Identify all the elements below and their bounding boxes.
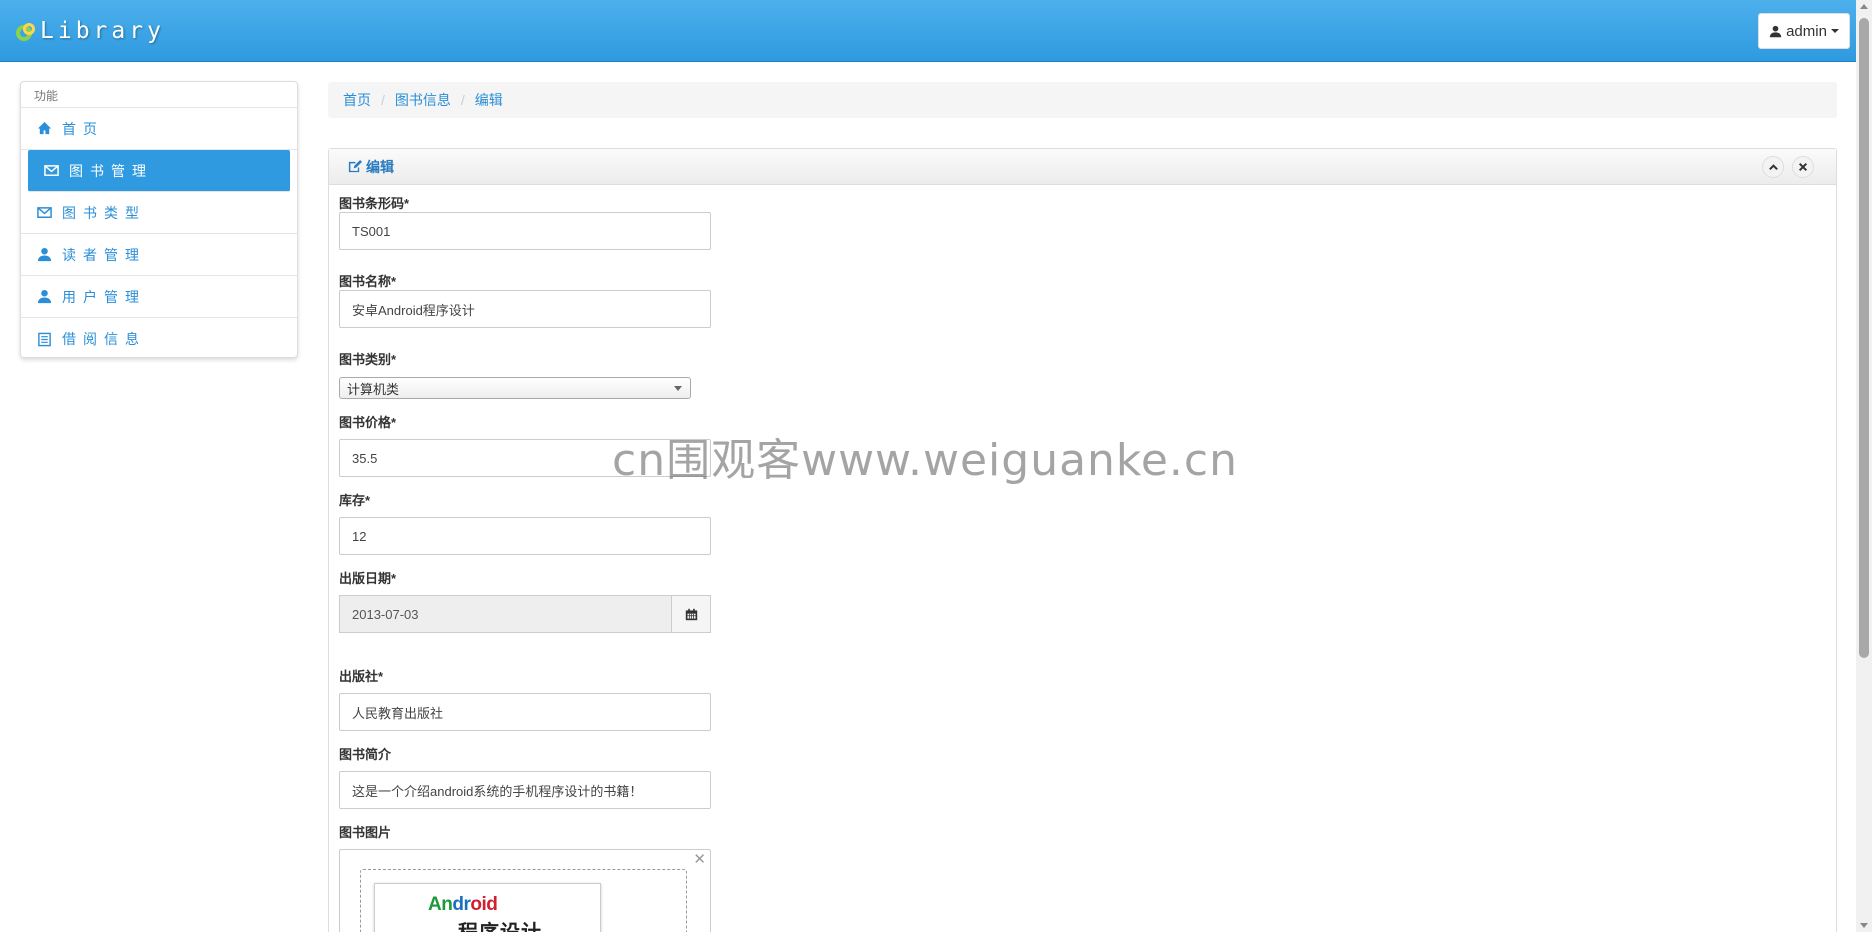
panel-header: 编辑 — [329, 149, 1836, 185]
envelope-icon — [37, 207, 52, 218]
breadcrumb-separator: / — [460, 92, 465, 108]
intro-input[interactable]: 这是一个介绍android系统的手机程序设计的书籍！ — [339, 771, 711, 809]
panel-tools — [1762, 156, 1814, 178]
sidebar-header: 功能 — [21, 82, 297, 108]
sidebar-item-label: 图书类型 — [62, 204, 146, 221]
sidebar-item-label: 首页 — [62, 120, 104, 137]
breadcrumb-book-info[interactable]: 图书信息 — [395, 90, 451, 110]
sidebar-item-borrow-info[interactable]: 借阅信息 — [21, 318, 297, 360]
sidebar-item-home[interactable]: 首页 — [21, 108, 297, 150]
collapse-button[interactable] — [1762, 156, 1784, 178]
cover-subtitle: 程序设计 — [458, 916, 542, 932]
sidebar-item-label: 借阅信息 — [62, 331, 146, 347]
close-icon — [1798, 162, 1808, 172]
dropdown-arrow-icon — [674, 386, 682, 391]
user-name: admin — [1786, 22, 1827, 40]
home-icon — [37, 121, 52, 135]
price-label: 图书价格* — [339, 415, 397, 430]
sidebar-item-users[interactable]: 用户管理 — [21, 276, 297, 318]
category-label: 图书类别* — [339, 352, 397, 367]
chevron-up-icon — [1768, 163, 1778, 170]
breadcrumb-edit[interactable]: 编辑 — [475, 90, 503, 110]
image-label: 图书图片 — [339, 825, 392, 840]
stock-input[interactable]: 12 — [339, 517, 711, 555]
user-icon — [37, 289, 52, 304]
name-label: 图书名称* — [339, 274, 397, 289]
publish-date-label: 出版日期* — [339, 571, 397, 586]
publish-date-input[interactable]: 2013-07-03 — [339, 595, 671, 633]
category-selected-value: 计算机类 — [347, 381, 400, 397]
brand-text: Library — [40, 18, 165, 44]
breadcrumb-home[interactable]: 首页 — [343, 90, 371, 110]
sidebar-item-label: 读者管理 — [62, 246, 146, 263]
brand[interactable]: Library — [14, 14, 165, 48]
sidebar: 功能 首页 图书管理 图书类型 读者管理 用户管理 借阅信息 — [20, 81, 298, 358]
envelope-icon — [44, 165, 59, 176]
category-select[interactable]: 计算机类 — [339, 377, 691, 399]
price-input[interactable]: 35.5 — [339, 439, 711, 477]
breadcrumb-separator: / — [381, 92, 385, 108]
upload-dropzone[interactable]: Android 程序设计 — [360, 869, 687, 932]
book-cover-image: Android 程序设计 — [424, 890, 554, 932]
barcode-input[interactable]: TS001 — [339, 212, 711, 250]
scrollbar-thumb[interactable] — [1859, 18, 1869, 658]
list-icon — [38, 332, 51, 346]
page-scrollbar[interactable] — [1856, 0, 1872, 932]
breadcrumb: 首页 / 图书信息 / 编辑 — [328, 82, 1837, 118]
sidebar-item-book-types[interactable]: 图书类型 — [21, 192, 297, 234]
image-upload[interactable]: ✕ Android 程序设计 — [339, 849, 711, 932]
calendar-button[interactable] — [671, 595, 711, 633]
user-menu-button[interactable]: admin — [1758, 13, 1850, 49]
publish-date-group: 2013-07-03 — [339, 595, 711, 633]
publisher-label: 出版社* — [339, 669, 384, 684]
sidebar-item-label: 用户管理 — [62, 288, 146, 305]
sidebar-item-label: 图书管理 — [69, 162, 153, 179]
library-logo-icon — [14, 19, 38, 43]
user-icon — [1769, 25, 1782, 37]
stock-label: 库存* — [339, 493, 371, 508]
caret-down-icon — [1830, 29, 1839, 33]
name-input[interactable]: 安卓Android程序设计 — [339, 290, 711, 328]
edit-icon — [348, 159, 362, 173]
calendar-icon — [685, 608, 697, 620]
intro-label: 图书简介 — [339, 747, 392, 762]
publisher-input[interactable]: 人民教育出版社 — [339, 693, 711, 731]
edit-panel: 编辑 图书条形码* TS001 图书名称* 安卓Android程序设计 图书类别… — [328, 148, 1837, 932]
scroll-down-icon[interactable] — [1860, 923, 1868, 928]
cover-title-text: Android — [428, 894, 498, 915]
barcode-label: 图书条形码* — [339, 196, 410, 211]
panel-title: 编辑 — [366, 158, 394, 175]
top-navbar: Library admin — [0, 0, 1856, 62]
scroll-up-icon[interactable] — [1860, 4, 1868, 9]
image-preview: Android 程序设计 — [374, 883, 601, 932]
sidebar-item-book-management[interactable]: 图书管理 — [28, 150, 290, 192]
user-icon — [37, 247, 52, 262]
cover-title: Android — [428, 894, 498, 916]
sidebar-item-readers[interactable]: 读者管理 — [21, 234, 297, 276]
close-panel-button[interactable] — [1792, 156, 1814, 178]
remove-image-icon[interactable]: ✕ — [693, 850, 706, 868]
